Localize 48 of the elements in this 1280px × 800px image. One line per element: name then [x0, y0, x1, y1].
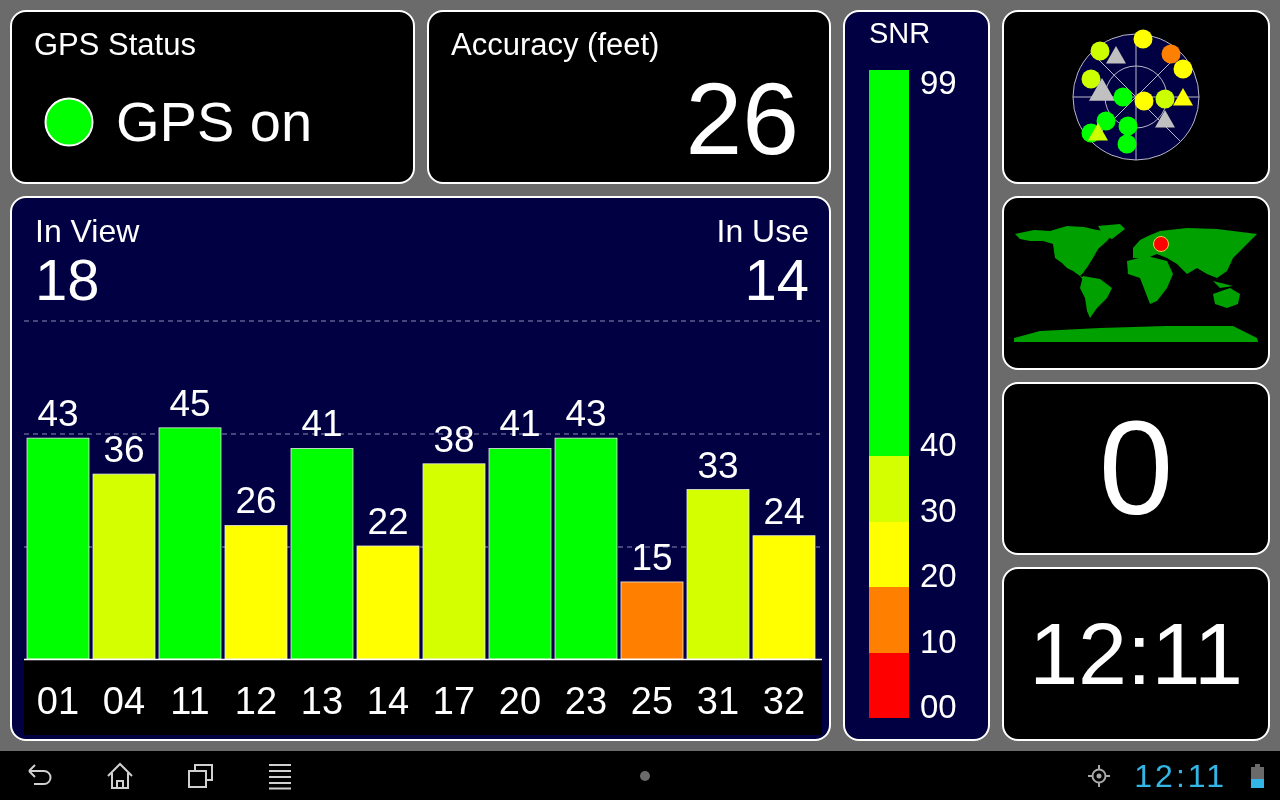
- bar-value-label: 33: [697, 444, 739, 486]
- dot-icon: [640, 770, 650, 781]
- in-view-label: In View: [35, 212, 140, 250]
- panel-title: GPS Status: [34, 28, 196, 62]
- crosshair-icon: [1088, 764, 1111, 787]
- satellite-id-label: 11: [170, 680, 210, 722]
- satellite-id-label: 31: [696, 680, 740, 722]
- satellite-id-label: 04: [102, 680, 146, 722]
- clock-time: 12:11: [1029, 606, 1243, 703]
- in-view-count: 18: [35, 250, 100, 310]
- satellite-id-label: 14: [366, 680, 410, 722]
- satellite-id-label: 13: [300, 680, 344, 722]
- in-use-label: In Use: [716, 212, 809, 250]
- bar-value-label: 15: [631, 536, 673, 578]
- bar-value-label: 24: [763, 490, 805, 532]
- in-use-count: 14: [744, 250, 809, 310]
- scale-label: 99: [920, 66, 957, 99]
- satellite-id-label: 12: [234, 680, 278, 722]
- battery-icon: [1251, 763, 1264, 788]
- bar-value-label: 36: [103, 429, 145, 471]
- bar-value-label: 38: [433, 418, 475, 460]
- satellite-id-label: 32: [762, 680, 806, 722]
- snr-title: SNR: [868, 16, 931, 50]
- scale-label: 30: [920, 493, 957, 527]
- counter-value: 0: [1098, 398, 1174, 539]
- bar-value-label: 45: [169, 382, 211, 424]
- scale-label: 00: [920, 690, 957, 723]
- bar-value-label: 41: [499, 403, 541, 445]
- status-label: GPS on: [116, 92, 313, 152]
- satellite-id-label: 25: [630, 680, 674, 722]
- bar-value-label: 43: [565, 393, 607, 435]
- recent-apps-icon[interactable]: [186, 761, 214, 790]
- scale-label: 40: [920, 428, 957, 461]
- satellite-id-label: 17: [432, 680, 476, 722]
- bar-value-label: 43: [37, 393, 79, 435]
- accuracy-value: 26: [685, 68, 799, 170]
- home-icon[interactable]: [106, 761, 134, 790]
- panel-title: Accuracy (feet): [451, 28, 660, 62]
- satellite-id-label: 20: [498, 680, 542, 722]
- bar-value-label: 41: [301, 403, 343, 445]
- menu-icon[interactable]: [266, 761, 294, 790]
- bar-value-label: 22: [367, 501, 409, 542]
- scale-label: 10: [920, 624, 957, 658]
- satellite-id-label: 23: [564, 680, 608, 722]
- scale-label: 20: [920, 559, 957, 592]
- status-time: 12:11: [1134, 757, 1227, 794]
- bar-value-label: 26: [235, 480, 277, 522]
- satellite-id-label: 01: [36, 680, 80, 722]
